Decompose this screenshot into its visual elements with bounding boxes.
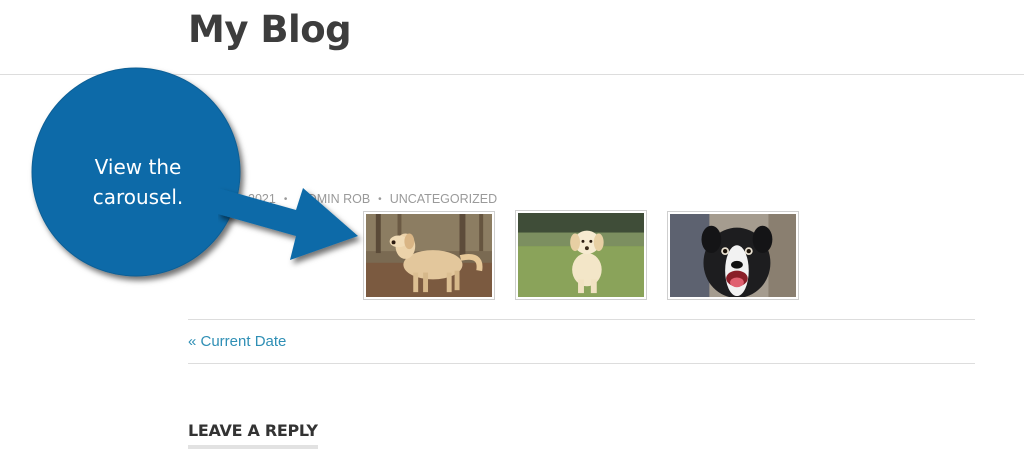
divider [188,363,975,364]
site-title[interactable]: My Blog [188,8,352,51]
previous-post-link[interactable]: « Current Date [188,333,286,350]
golden-retriever-image [366,214,492,297]
puppy-image [518,213,644,297]
gallery-thumbnail-border-collie[interactable] [667,211,799,300]
meta-separator: • [378,194,382,205]
divider [188,319,975,320]
callout-text: View the carousel. [92,155,184,209]
gallery-thumbnail-puppy[interactable] [515,210,647,300]
callout-arrow-icon [218,188,358,260]
tutorial-callout: View the carousel. [30,64,250,284]
comment-reply-title: LEAVE A REPLY [188,421,318,449]
post-category[interactable]: UNCATEGORIZED [390,192,497,206]
gallery-thumbnail-golden-retriever[interactable] [363,211,495,300]
border-collie-image [670,214,796,297]
